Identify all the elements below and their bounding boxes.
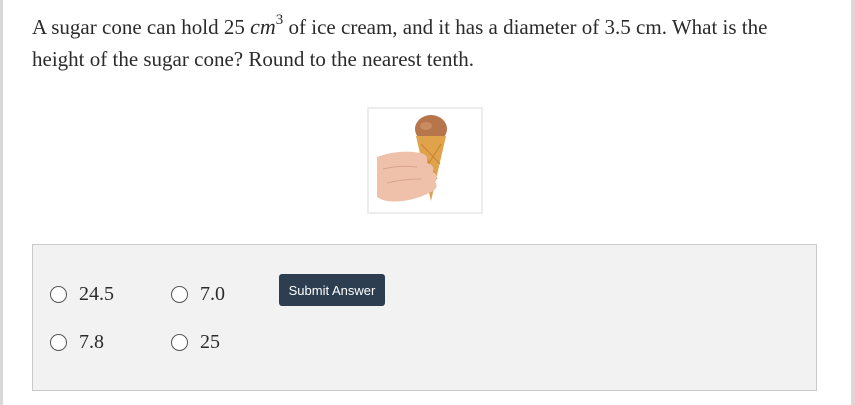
ice-cream-cone-image <box>367 107 483 214</box>
choice-label: 7.0 <box>200 283 225 305</box>
question-text: A sugar cone can hold 25 cm3 of ice crea… <box>32 6 822 75</box>
choice-label: 25 <box>200 331 220 353</box>
choice-label: 24.5 <box>79 283 114 305</box>
radio-button[interactable] <box>171 286 188 303</box>
scoop-highlight <box>420 122 432 130</box>
choice-7-8[interactable]: 7.8 <box>50 331 104 354</box>
math-exponent: 3 <box>275 12 284 28</box>
question-text-before: A sugar cone can hold 25 <box>32 15 251 39</box>
choice-24-5[interactable]: 24.5 <box>50 283 114 306</box>
answer-panel: 24.5 7.0 7.8 25 Submit Answer <box>32 244 817 391</box>
radio-button[interactable] <box>171 334 188 351</box>
ice-cream-cone-illustration <box>377 115 447 202</box>
choice-label: 7.8 <box>79 331 104 353</box>
choice-25[interactable]: 25 <box>171 331 220 354</box>
choice-7-0[interactable]: 7.0 <box>171 283 225 306</box>
submit-answer-button[interactable]: Submit Answer <box>279 274 385 306</box>
math-unit: cm <box>250 14 276 39</box>
radio-button[interactable] <box>50 334 67 351</box>
radio-button[interactable] <box>50 286 67 303</box>
